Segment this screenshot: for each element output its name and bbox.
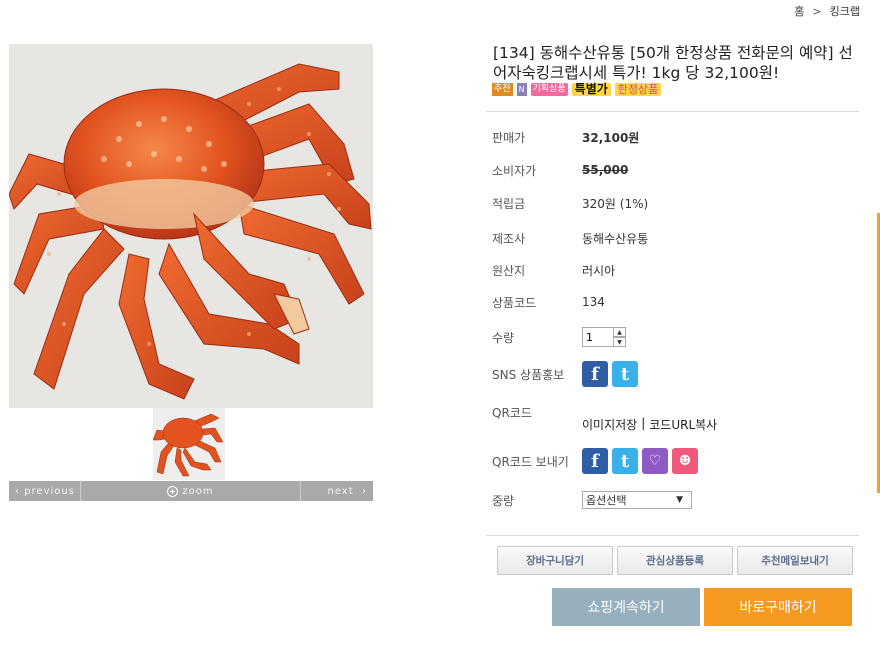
qr-copy-url-link[interactable]: 코드URL복사 bbox=[649, 416, 717, 433]
row-qr-send: QR코드 보내기 f t ♡ ☻ bbox=[492, 448, 852, 474]
gallery-zoom-label: zoom bbox=[182, 485, 214, 497]
breadcrumb: 홈 > 킹크랩 bbox=[794, 3, 860, 19]
qr-save-image-link[interactable]: 이미지저장 bbox=[582, 416, 637, 433]
code-value: 134 bbox=[582, 295, 605, 309]
sns-label: SNS 상품홍보 bbox=[492, 367, 565, 382]
gallery-previous-label: previous bbox=[24, 485, 75, 497]
secondary-actions: 장바구니담기 관심상품등록 추천메일보내기 bbox=[497, 546, 853, 575]
code-label: 상품코드 bbox=[492, 295, 537, 310]
add-to-wishlist-button[interactable]: 관심상품등록 bbox=[617, 546, 733, 575]
row-sale-price: 판매가 32,100원 bbox=[492, 127, 852, 147]
product-title: [134] 동해수산유통 [50개 한정상품 전화문의 예약] 선어자숙킹크랩시… bbox=[493, 44, 853, 82]
breadcrumb-separator: > bbox=[812, 4, 822, 18]
quantity-up-icon[interactable]: ▲ bbox=[614, 327, 626, 337]
buy-now-button[interactable]: 바로구매하기 bbox=[704, 588, 852, 626]
points-label: 적립금 bbox=[492, 196, 526, 211]
consumer-price-label: 소비자가 bbox=[492, 163, 537, 178]
badge-limited: 한정상품 bbox=[614, 83, 662, 96]
sale-price-value: 32,100원 bbox=[582, 130, 640, 145]
divider-bottom bbox=[486, 535, 859, 536]
add-to-cart-button[interactable]: 장바구니담기 bbox=[497, 546, 613, 575]
badge-special-price: 특별가 bbox=[571, 83, 611, 96]
twitter-share-icon[interactable]: t bbox=[612, 448, 638, 474]
row-quantity: 수량 ▲ ▼ bbox=[492, 327, 852, 347]
maker-value: 동해수산유통 bbox=[582, 231, 649, 246]
dropdown-arrow-icon: ▼ bbox=[676, 495, 683, 505]
badge-recommend: 추천 bbox=[492, 83, 513, 96]
quantity-input[interactable] bbox=[582, 327, 614, 347]
zoom-plus-icon bbox=[167, 485, 179, 497]
gallery-nav-bar: ‹ previous zoom next › bbox=[9, 481, 373, 501]
origin-value: 러시아 bbox=[582, 263, 616, 278]
product-badges: 추천 N 기획상품 특별가 한정상품 bbox=[492, 83, 662, 96]
send-recommend-mail-button[interactable]: 추천메일보내기 bbox=[737, 546, 853, 575]
consumer-price-value: 55,000 bbox=[582, 163, 629, 177]
row-points: 적립금 320원 (1%) bbox=[492, 193, 852, 213]
row-sns: SNS 상품홍보 f t bbox=[492, 361, 852, 387]
maker-label: 제조사 bbox=[492, 231, 526, 246]
weight-label: 중량 bbox=[492, 493, 515, 508]
row-qr-code: QR코드 이미지저장 | 코드URL복사 bbox=[492, 404, 852, 432]
product-main-image[interactable] bbox=[9, 44, 373, 408]
product-thumbnail[interactable] bbox=[153, 408, 225, 480]
facebook-share-icon[interactable]: f bbox=[582, 448, 608, 474]
kakaostory-icon[interactable]: ☻ bbox=[672, 448, 698, 474]
badge-new: N bbox=[516, 83, 527, 96]
gallery-zoom-button[interactable]: zoom bbox=[81, 481, 301, 501]
row-consumer-price: 소비자가 55,000 bbox=[492, 160, 852, 180]
kakaotalk-icon[interactable]: ♡ bbox=[642, 448, 668, 474]
facebook-icon[interactable]: f bbox=[582, 361, 608, 387]
continue-shopping-button[interactable]: 쇼핑계속하기 bbox=[552, 588, 700, 626]
row-weight: 중량 옵션선택 ▼ bbox=[492, 490, 852, 510]
primary-actions: 쇼핑계속하기 바로구매하기 bbox=[552, 588, 852, 626]
gallery-previous-button[interactable]: ‹ previous bbox=[9, 481, 81, 501]
points-value: 320원 (1%) bbox=[582, 196, 649, 211]
quantity-down-icon[interactable]: ▼ bbox=[614, 337, 626, 347]
origin-label: 원산지 bbox=[492, 263, 526, 278]
qr-link-separator: | bbox=[641, 416, 646, 430]
quantity-label: 수량 bbox=[492, 330, 515, 345]
chevron-left-icon: ‹ bbox=[15, 485, 25, 497]
badge-planned: 기획상품 bbox=[530, 83, 568, 96]
breadcrumb-category[interactable]: 킹크랩 bbox=[830, 3, 860, 19]
quantity-stepper: ▲ ▼ bbox=[582, 327, 626, 347]
weight-option-select[interactable]: 옵션선택 ▼ bbox=[582, 491, 692, 509]
row-code: 상품코드 134 bbox=[492, 292, 852, 312]
row-maker: 제조사 동해수산유통 bbox=[492, 228, 852, 248]
gallery-next-button[interactable]: next › bbox=[301, 481, 373, 501]
row-origin: 원산지 러시아 bbox=[492, 260, 852, 280]
chevron-right-icon: › bbox=[353, 485, 367, 497]
qr-send-label: QR코드 보내기 bbox=[492, 454, 569, 469]
divider-top bbox=[486, 111, 859, 112]
qr-code-label: QR코드 bbox=[492, 406, 532, 420]
gallery-next-label: next bbox=[327, 485, 354, 497]
breadcrumb-home[interactable]: 홈 bbox=[794, 3, 804, 19]
weight-option-value: 옵션선택 bbox=[586, 494, 627, 507]
twitter-icon[interactable]: t bbox=[612, 361, 638, 387]
sale-price-label: 판매가 bbox=[492, 130, 526, 145]
